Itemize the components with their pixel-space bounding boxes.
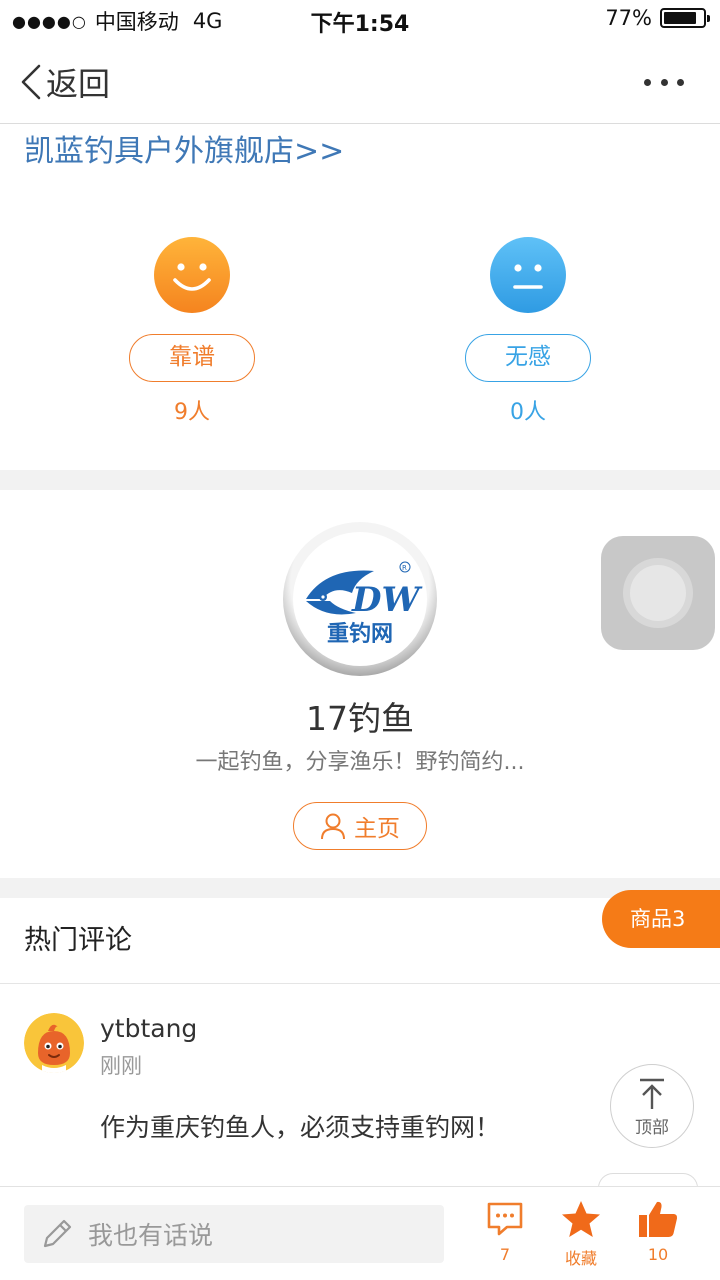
assistive-touch-button[interactable]: [601, 536, 715, 650]
smiley-face-icon: [154, 237, 230, 313]
back-to-top-label: 顶部: [635, 1118, 669, 1138]
chevron-left-icon: [21, 64, 41, 100]
indifferent-button[interactable]: 无感: [465, 334, 591, 382]
svg-text:R: R: [402, 564, 407, 572]
logo-text: 重钓网: [327, 621, 393, 647]
author-name: 17钓鱼: [306, 699, 414, 738]
arrow-up-icon: [640, 1078, 664, 1109]
comment-bubble-icon: [487, 1202, 523, 1236]
nav-bar: 返回: [0, 40, 720, 124]
store-link[interactable]: 凯蓝钓具户外旗舰店>>: [24, 126, 344, 170]
like-button[interactable]: 10: [622, 1199, 694, 1264]
reaction-indifferent: 无感 0人: [463, 236, 593, 426]
section-divider: [0, 878, 720, 898]
avatar[interactable]: [24, 1013, 84, 1073]
comment-input[interactable]: 我也有话说: [24, 1205, 444, 1263]
battery-icon: [660, 8, 710, 28]
status-bar: ●●●●○ 中国移动 4G 下午1:54 77%: [0, 0, 720, 40]
back-label: 返回: [46, 65, 111, 103]
star-icon: [562, 1201, 600, 1237]
comment-time: 刚刚: [100, 1054, 142, 1078]
back-to-top-button[interactable]: 顶部: [610, 1064, 694, 1148]
neutral-face-icon: [490, 237, 566, 313]
favorite-button[interactable]: 收藏: [545, 1199, 617, 1269]
favorite-label: 收藏: [564, 1249, 597, 1268]
author-home-button[interactable]: 主页: [293, 802, 427, 850]
more-options-button[interactable]: [644, 64, 684, 100]
comment-count: 7: [499, 1245, 511, 1264]
battery-percent: 77%: [605, 6, 652, 30]
thumbs-up-icon: [639, 1201, 678, 1237]
section-divider: [0, 470, 720, 490]
pencil-icon: [43, 1219, 72, 1248]
goods-badge[interactable]: 商品3: [602, 890, 720, 948]
back-button[interactable]: 返回: [20, 60, 110, 104]
author-logo[interactable]: DW R 重钓网: [282, 521, 438, 677]
reliable-button[interactable]: 靠谱: [129, 334, 255, 382]
status-right: 77%: [605, 6, 710, 30]
user-icon: [321, 813, 345, 840]
hot-comments-title: 热门评论: [24, 925, 132, 956]
comment-text: 作为重庆钓鱼人，必须支持重钓网！: [100, 1113, 501, 1142]
ellipsis-icon: [644, 78, 651, 86]
comments-button[interactable]: 7: [469, 1199, 541, 1264]
like-count: 10: [647, 1245, 669, 1264]
divider: [0, 983, 720, 984]
author-description: 一起钓鱼，分享渔乐！野钓简约...: [195, 750, 525, 775]
comment-input-placeholder: 我也有话说: [88, 1221, 214, 1250]
home-button-label: 主页: [354, 816, 400, 842]
reaction-reliable: 靠谱 9人: [127, 236, 257, 426]
indifferent-count: 0人: [510, 400, 546, 425]
reliable-count: 9人: [174, 400, 210, 425]
bottom-toolbar: 我也有话说 7 收藏 10: [0, 1186, 720, 1280]
comment-username[interactable]: ytbtang: [100, 1014, 197, 1043]
logo-letters: DW: [351, 580, 422, 620]
